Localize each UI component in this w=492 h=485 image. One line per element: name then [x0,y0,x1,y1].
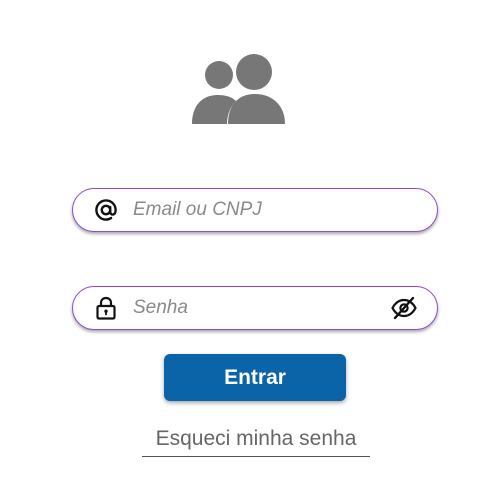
users-icon [192,54,285,124]
eye-off-icon[interactable] [390,296,418,320]
at-sign-icon [94,198,118,222]
forgot-password-link[interactable]: Esqueci minha senha [142,425,370,457]
lock-icon [94,296,118,320]
users-icon-front-body [228,94,285,124]
password-input[interactable] [133,287,383,329]
submit-button[interactable]: Entrar [164,354,346,401]
users-icon-back-head [205,61,233,89]
email-input[interactable] [133,189,383,231]
login-page: Entrar Esqueci minha senha [0,0,492,485]
users-icon-front-head [236,54,272,90]
email-field[interactable] [72,188,438,232]
password-field[interactable] [72,286,438,330]
